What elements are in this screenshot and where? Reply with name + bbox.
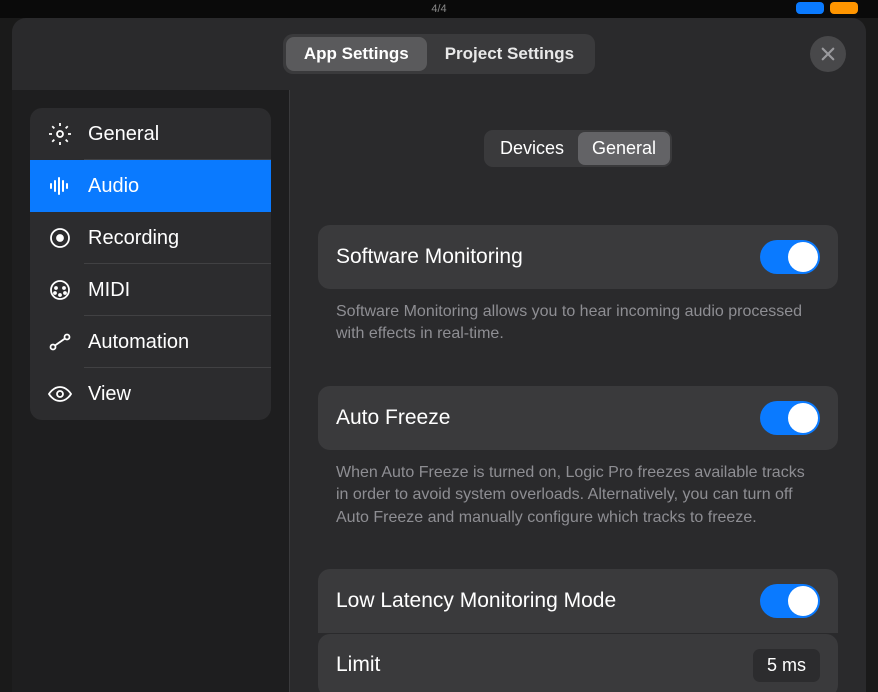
sidebar-item-recording[interactable]: Recording xyxy=(30,212,271,264)
setting-row: Low Latency Monitoring Mode xyxy=(318,569,838,633)
setting-description: Software Monitoring allows you to hear i… xyxy=(318,289,838,346)
sidebar-item-label: MIDI xyxy=(88,279,130,302)
low-latency-toggle[interactable] xyxy=(760,584,820,618)
sidebar-item-general[interactable]: General xyxy=(30,108,271,160)
limit-label: Limit xyxy=(336,653,380,677)
sub-tab-general[interactable]: General xyxy=(578,132,670,165)
tab-app-settings[interactable]: App Settings xyxy=(286,37,427,71)
auto-freeze-toggle[interactable] xyxy=(760,401,820,435)
tab-project-settings[interactable]: Project Settings xyxy=(427,37,592,71)
sidebar-item-label: View xyxy=(88,383,131,406)
close-icon xyxy=(819,45,837,63)
toolbar-chip xyxy=(830,2,858,14)
setting-row: Auto Freeze xyxy=(318,386,838,450)
record-icon xyxy=(48,226,72,250)
modal-header: App Settings Project Settings xyxy=(12,18,866,90)
close-button[interactable] xyxy=(810,36,846,72)
setting-software-monitoring: Software Monitoring Software Monitoring … xyxy=(318,225,838,346)
setting-title: Auto Freeze xyxy=(336,406,450,430)
sidebar-list: General Audio xyxy=(30,108,271,420)
midi-icon xyxy=(48,278,72,302)
sidebar-item-automation[interactable]: Automation xyxy=(30,316,271,368)
setting-low-latency: Low Latency Monitoring Mode Limit 5 ms W… xyxy=(318,569,838,692)
gear-icon xyxy=(48,122,72,146)
setting-row: Software Monitoring xyxy=(318,225,838,289)
setting-row: Limit 5 ms xyxy=(318,634,838,692)
software-monitoring-toggle[interactable] xyxy=(760,240,820,274)
sidebar-item-audio[interactable]: Audio xyxy=(30,160,271,212)
eye-icon xyxy=(48,382,72,406)
audio-waveform-icon xyxy=(48,174,72,198)
sidebar-item-label: General xyxy=(88,123,159,146)
sidebar-item-label: Recording xyxy=(88,227,179,250)
time-signature: 4/4 xyxy=(431,3,446,15)
sidebar-item-view[interactable]: View xyxy=(30,368,271,420)
settings-sidebar: General Audio xyxy=(12,90,290,692)
setting-title: Software Monitoring xyxy=(336,245,523,269)
modal-body: General Audio xyxy=(12,90,866,692)
sub-tab-devices[interactable]: Devices xyxy=(486,132,578,165)
setting-title: Low Latency Monitoring Mode xyxy=(336,589,616,613)
toolbar-chip xyxy=(796,2,824,14)
automation-icon xyxy=(48,330,72,354)
audio-sub-tabs: Devices General xyxy=(318,130,838,167)
setting-description: When Auto Freeze is turned on, Logic Pro… xyxy=(318,450,838,529)
settings-scope-tabs: App Settings Project Settings xyxy=(283,34,595,74)
settings-content: Devices General Software Monitoring Soft… xyxy=(290,90,866,692)
sidebar-item-label: Audio xyxy=(88,175,139,198)
settings-modal: App Settings Project Settings General xyxy=(12,18,866,692)
setting-auto-freeze: Auto Freeze When Auto Freeze is turned o… xyxy=(318,386,838,529)
sidebar-item-label: Automation xyxy=(88,331,189,354)
app-toolbar: 4/4 xyxy=(0,0,878,18)
sidebar-item-midi[interactable]: MIDI xyxy=(30,264,271,316)
limit-value-field[interactable]: 5 ms xyxy=(753,649,820,682)
